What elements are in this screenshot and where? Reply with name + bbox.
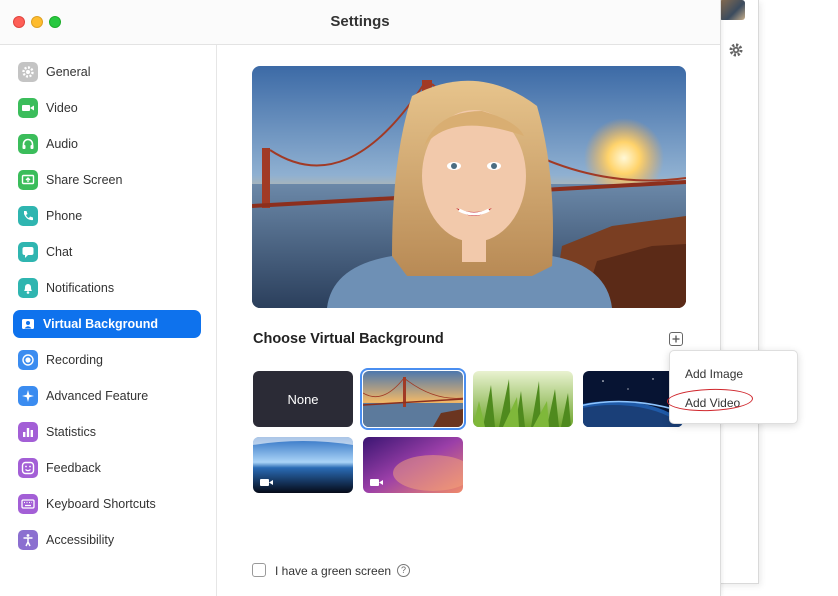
sidebar-item-chat[interactable]: Chat (13, 238, 201, 266)
sidebar-item-label: Keyboard Shortcuts (46, 497, 156, 511)
title-bar: Settings (0, 0, 720, 45)
settings-window: Settings General Video Audio Share Scree… (0, 0, 721, 596)
bar-chart-icon (18, 422, 38, 442)
share-screen-icon (18, 170, 38, 190)
sidebar-item-label: Phone (46, 209, 83, 223)
sidebar-item-statistics[interactable]: Statistics (13, 418, 201, 446)
video-camera-icon (18, 98, 38, 118)
menu-item-label: Add Image (685, 367, 744, 381)
sidebar-item-general[interactable]: General (13, 58, 201, 86)
background-thumbnail-aurora-video[interactable] (363, 437, 463, 493)
avatar[interactable] (719, 0, 745, 20)
green-screen-checkbox[interactable] (252, 563, 266, 577)
sidebar-item-label: Advanced Feature (46, 389, 149, 403)
sidebar-item-label: Share Screen (46, 173, 123, 187)
record-icon (18, 350, 38, 370)
accessibility-person-icon (18, 530, 38, 550)
background-thumbnail-earth-horizon-video[interactable] (253, 437, 353, 493)
phone-icon (18, 206, 38, 226)
sidebar-item-advanced-feature[interactable]: Advanced Feature (13, 382, 201, 410)
sidebar-item-label: Accessibility (46, 533, 115, 547)
thumbnail-label: None (287, 392, 319, 407)
headphones-icon (18, 134, 38, 154)
sidebar-item-phone[interactable]: Phone (13, 202, 201, 230)
sidebar-item-label: General (46, 65, 91, 79)
add-background-menu: Add Image Add Video (669, 350, 798, 424)
sidebar-item-label: Audio (46, 137, 78, 151)
gear-icon[interactable] (728, 42, 744, 58)
settings-sidebar: General Video Audio Share Screen Phone C… (0, 45, 217, 596)
gear-icon (18, 62, 38, 82)
chat-bubble-icon (18, 242, 38, 262)
bell-icon (18, 278, 38, 298)
sidebar-item-label: Notifications (46, 281, 115, 295)
sidebar-item-label: Video (46, 101, 78, 115)
sparkle-icon (18, 386, 38, 406)
person-portrait-icon (18, 314, 38, 334)
sidebar-item-label: Recording (46, 353, 103, 367)
sidebar-item-share-screen[interactable]: Share Screen (13, 166, 201, 194)
sidebar-item-label: Virtual Background (43, 317, 159, 331)
virtual-background-preview (252, 66, 686, 308)
sidebar-item-feedback[interactable]: Feedback (13, 454, 201, 482)
plus-icon[interactable] (669, 332, 683, 346)
sidebar-item-virtual-background[interactable]: Virtual Background (13, 310, 201, 338)
sidebar-item-recording[interactable]: Recording (13, 346, 201, 374)
video-camera-icon (260, 479, 273, 486)
smiley-icon (18, 458, 38, 478)
background-thumbnail-none[interactable]: None (253, 371, 353, 427)
background-thumbnail-golden-gate[interactable] (363, 371, 463, 427)
window-title: Settings (330, 13, 390, 30)
sidebar-item-label: Statistics (46, 425, 97, 439)
keyboard-icon (18, 494, 38, 514)
section-title: Choose Virtual Background (253, 331, 444, 347)
green-screen-label: I have a green screen (275, 564, 392, 578)
sidebar-item-notifications[interactable]: Notifications (13, 274, 201, 302)
background-thumbnail-grass[interactable] (473, 371, 573, 427)
sidebar-item-keyboard-shortcuts[interactable]: Keyboard Shortcuts (13, 490, 201, 518)
sidebar-item-accessibility[interactable]: Accessibility (13, 526, 201, 554)
menu-item-add-image[interactable]: Add Image (670, 361, 797, 387)
video-camera-icon (370, 479, 383, 486)
sidebar-item-video[interactable]: Video (13, 94, 201, 122)
sidebar-item-audio[interactable]: Audio (13, 130, 201, 158)
question-mark-icon[interactable]: ? (397, 564, 410, 577)
sidebar-item-label: Chat (46, 245, 73, 259)
sidebar-item-label: Feedback (46, 461, 101, 475)
